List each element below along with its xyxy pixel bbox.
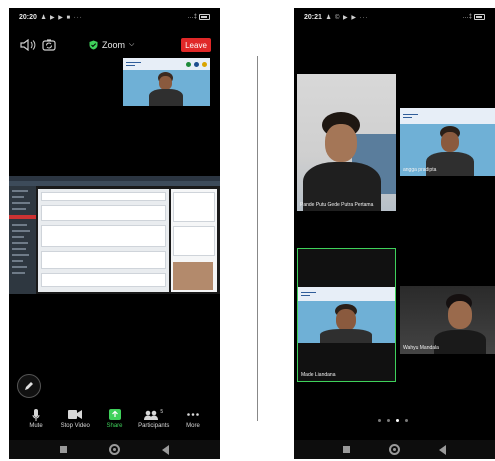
banner-graphic: ▬▬▬▬▬ ▬▬▬ bbox=[403, 112, 418, 119]
participant-tile-active-speaker[interactable]: ▬▬▬▬▬ ▬▬▬ Made Liandana bbox=[297, 248, 396, 382]
signal-icon: …‡ bbox=[462, 14, 472, 20]
status-time: 20:21 bbox=[304, 13, 322, 21]
person-face bbox=[159, 76, 172, 90]
participant-tile[interactable]: ▬▬▬▬▬ ▬▬▬ angga pradipta bbox=[400, 108, 495, 176]
status-right: …‡ bbox=[188, 14, 210, 20]
share-button[interactable]: Share bbox=[97, 408, 133, 436]
share-label: Share bbox=[106, 423, 123, 429]
participants-label: Participants bbox=[138, 423, 170, 429]
page: 20:20 ♟ ▶ ▶ ■ ··· …‡ Zoom ⌵ Leave ▬▬▬▬▬ … bbox=[0, 0, 495, 461]
home-icon[interactable] bbox=[109, 444, 120, 455]
banner-graphic: ▬▬▬▬▬ ▬▬▬ bbox=[126, 60, 141, 67]
panel-box bbox=[173, 226, 215, 256]
page-dot[interactable] bbox=[378, 419, 381, 422]
participants-count: 5 bbox=[160, 408, 164, 415]
more-dots-icon bbox=[187, 408, 199, 421]
battery-icon bbox=[199, 14, 210, 20]
meeting-header: Zoom ⌵ Leave bbox=[9, 36, 220, 54]
pencil-icon bbox=[25, 382, 33, 390]
more-button[interactable]: More bbox=[175, 408, 211, 436]
leave-button[interactable]: Leave bbox=[181, 38, 211, 52]
video-frame: ▬▬▬▬▬ ▬▬▬ bbox=[298, 287, 395, 343]
person-body bbox=[320, 329, 372, 343]
person-body bbox=[149, 89, 183, 106]
meeting-title: Zoom bbox=[102, 40, 126, 50]
person-body bbox=[434, 330, 486, 354]
person-face bbox=[448, 301, 472, 329]
shared-screen-view[interactable] bbox=[9, 176, 220, 294]
status-right: …‡ bbox=[463, 14, 485, 20]
content-box bbox=[41, 251, 166, 269]
logo-icon bbox=[194, 61, 199, 67]
event-banner: ▬▬▬▬▬ ▬▬▬ bbox=[123, 58, 210, 70]
panel-box bbox=[173, 192, 215, 222]
mute-label: Mute bbox=[29, 423, 43, 429]
divider-line bbox=[257, 56, 258, 421]
image-thumbnail bbox=[173, 262, 213, 290]
page-dot[interactable] bbox=[405, 419, 408, 422]
phone-screen-gallery: 20:21 ♟ © ▶ ▶ ··· …‡ Pande Putu Gede Put… bbox=[294, 8, 495, 459]
banner-graphic: ▬▬▬▬▬ ▬▬▬ bbox=[301, 290, 316, 297]
content-box bbox=[41, 225, 166, 247]
admin-content bbox=[38, 189, 169, 292]
logo-icon bbox=[202, 61, 207, 67]
participant-name: Pande Putu Gede Putra Pertama bbox=[300, 202, 374, 208]
content-box bbox=[41, 273, 166, 287]
person-face bbox=[336, 309, 356, 331]
person-face bbox=[325, 124, 357, 162]
participant-name: Made Liandana bbox=[301, 372, 336, 378]
mute-button[interactable]: Mute bbox=[18, 408, 54, 436]
page-dot-active[interactable] bbox=[396, 419, 399, 422]
self-video-thumbnail[interactable]: ▬▬▬▬▬ ▬▬▬ bbox=[123, 58, 210, 106]
content-box bbox=[41, 205, 166, 221]
video-camera-icon bbox=[68, 408, 83, 421]
notification-icons: ♟ © ▶ ▶ ··· bbox=[325, 14, 369, 21]
phone-screen-meeting: 20:20 ♟ ▶ ▶ ■ ··· …‡ Zoom ⌵ Leave ▬▬▬▬▬ … bbox=[9, 8, 220, 459]
shield-icon bbox=[89, 40, 98, 50]
recents-icon[interactable] bbox=[60, 446, 67, 453]
admin-sidebar bbox=[9, 186, 36, 294]
status-bar: 20:21 ♟ © ▶ ▶ ··· …‡ bbox=[294, 8, 495, 26]
participant-tile[interactable]: Wahyu Mandala bbox=[400, 286, 495, 354]
participants-button[interactable]: 5 Participants bbox=[136, 408, 172, 436]
page-dot[interactable] bbox=[387, 419, 390, 422]
meeting-toolbar: Mute Stop Video Share 5 Participants Mor… bbox=[9, 408, 220, 436]
signal-icon: …‡ bbox=[187, 14, 197, 20]
meeting-title-dropdown[interactable]: Zoom ⌵ bbox=[89, 38, 134, 52]
speaker-icon[interactable] bbox=[20, 39, 36, 51]
browser-tabs bbox=[9, 176, 220, 181]
stop-video-label: Stop Video bbox=[60, 423, 90, 429]
participant-name: Wahyu Mandala bbox=[403, 345, 439, 351]
status-bar: 20:20 ♟ ▶ ▶ ■ ··· …‡ bbox=[9, 8, 220, 26]
person-face bbox=[441, 132, 459, 152]
microphone-icon bbox=[32, 408, 40, 421]
people-icon: 5 bbox=[144, 408, 163, 421]
switch-camera-icon[interactable] bbox=[42, 38, 56, 52]
event-banner: ▬▬▬▬▬ ▬▬▬ bbox=[400, 108, 495, 124]
annotate-button[interactable] bbox=[17, 374, 41, 398]
chevron-down-icon: ⌵ bbox=[129, 41, 135, 48]
participant-name: angga pradipta bbox=[403, 167, 437, 173]
stop-video-button[interactable]: Stop Video bbox=[57, 408, 93, 436]
logo-icon bbox=[186, 61, 191, 67]
content-box bbox=[41, 192, 166, 201]
event-banner: ▬▬▬▬▬ ▬▬▬ bbox=[298, 287, 395, 301]
back-icon[interactable] bbox=[438, 444, 446, 455]
status-time: 20:20 bbox=[19, 13, 37, 21]
battery-icon bbox=[474, 14, 485, 20]
recents-icon[interactable] bbox=[343, 446, 351, 453]
android-nav-bar bbox=[294, 440, 495, 459]
page-indicator bbox=[378, 419, 408, 422]
notification-icons: ♟ ▶ ▶ ■ ··· bbox=[40, 14, 83, 21]
share-screen-icon bbox=[108, 408, 121, 421]
home-icon[interactable] bbox=[388, 444, 400, 455]
more-label: More bbox=[186, 423, 200, 429]
participant-tile[interactable]: Pande Putu Gede Putra Pertama bbox=[297, 74, 396, 211]
back-icon[interactable] bbox=[162, 444, 169, 455]
android-nav-bar bbox=[9, 440, 220, 459]
